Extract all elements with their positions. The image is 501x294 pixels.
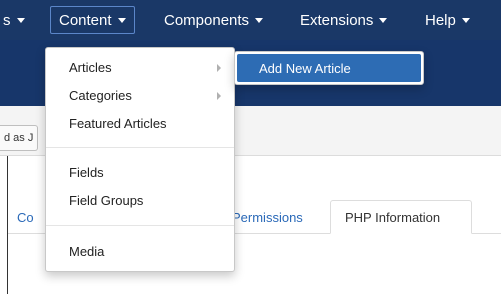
menu-item-articles[interactable]: Articles [69,57,112,77]
menu-item-label: Fields [69,164,104,180]
tab-label: PHP Information [345,209,441,225]
chevron-down-icon [255,17,264,23]
menu-item-label: Field Groups [69,192,144,208]
tab-permissions[interactable]: Permissions [232,200,303,234]
tab-label: Co [17,209,34,225]
menu-item-field-groups[interactable]: Field Groups [69,190,143,210]
nav-menu-label: Components [164,11,250,29]
menu-item-label: Featured Articles [69,115,167,131]
tab-configuration[interactable]: Co [17,200,34,234]
tab-php-information[interactable]: PHP Information [330,200,472,234]
chevron-right-icon [217,64,221,72]
content-dropdown-menu: Articles Categories Featured Articles Fi… [45,47,235,272]
chevron-down-icon [379,17,388,23]
toolbar-button[interactable]: d as J [0,125,38,151]
menu-item-add-new-article[interactable]: Add New Article [237,54,421,82]
articles-submenu: Add New Article [234,51,424,85]
tab-label: Permissions [232,209,303,225]
nav-menu-label: Help [425,11,456,29]
menu-item-label: Categories [69,87,132,103]
top-navbar: s Content Components Extensions Help [0,0,501,40]
toolbar-button-label: d as J [4,132,34,144]
menu-item-label: Articles [69,59,112,75]
chevron-down-icon [117,17,126,23]
nav-menu-users[interactable]: s [3,0,25,40]
nav-menu-content[interactable]: Content [50,6,135,34]
menu-item-categories[interactable]: Categories [69,85,132,105]
chevron-down-icon [461,17,470,23]
nav-menu-label: Content [59,11,112,29]
nav-menu-label: s [3,11,11,29]
chevron-down-icon [16,17,25,23]
nav-menu-help[interactable]: Help [425,0,470,40]
content-border [7,156,8,294]
menu-item-label: Media [69,243,105,259]
menu-item-media[interactable]: Media [69,241,104,261]
menu-item-fields[interactable]: Fields [69,162,104,182]
menu-item-label: Add New Article [259,60,351,76]
nav-menu-components[interactable]: Components [164,0,264,40]
chevron-right-icon [217,92,221,100]
menu-item-featured-articles[interactable]: Featured Articles [69,113,167,133]
menu-divider [46,147,234,148]
nav-menu-label: Extensions [300,11,374,29]
menu-divider [46,225,234,226]
nav-menu-extensions[interactable]: Extensions [300,0,388,40]
